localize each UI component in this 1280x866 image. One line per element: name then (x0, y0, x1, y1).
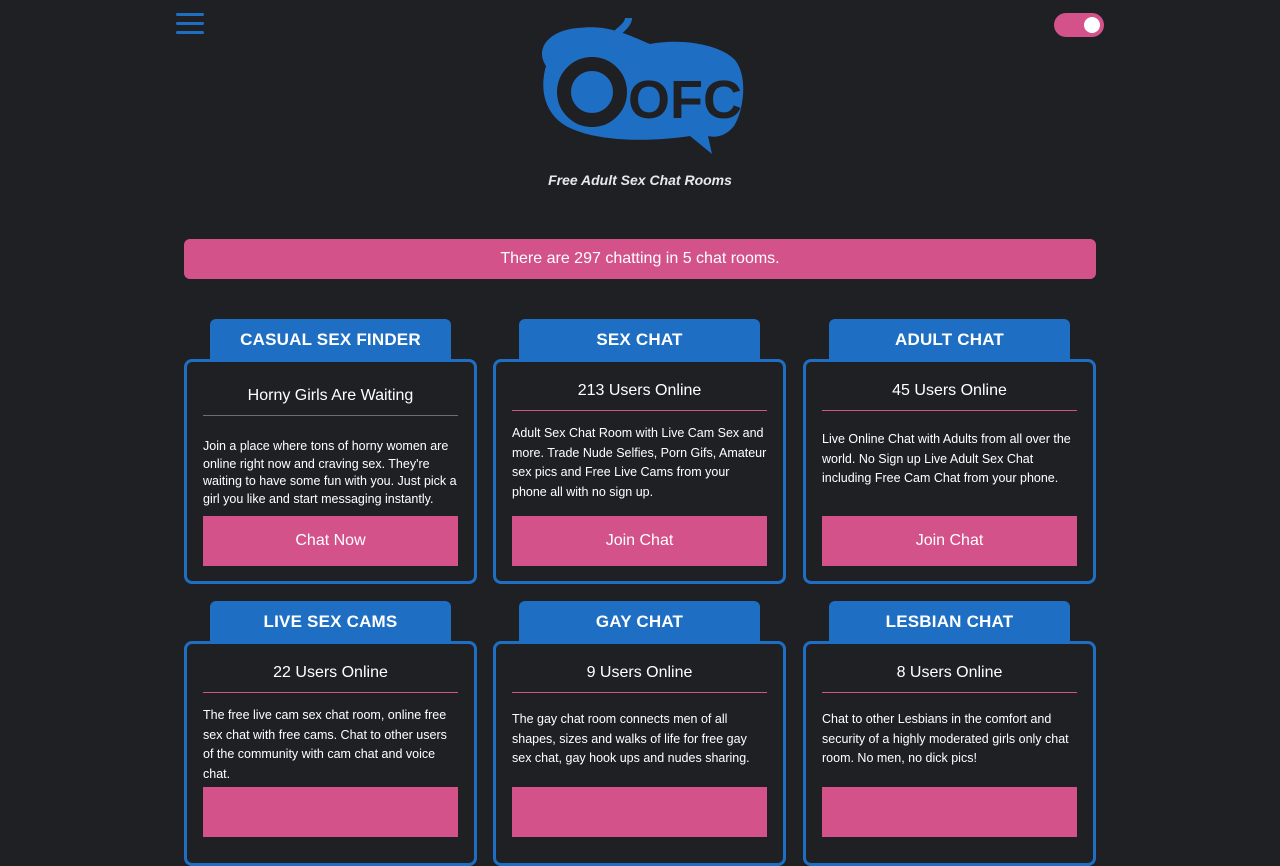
room-description: Live Online Chat with Adults from all ov… (822, 432, 1071, 486)
site-tagline: Free Adult Sex Chat Rooms (548, 172, 732, 188)
svg-text:OFC: OFC (628, 70, 742, 130)
room-card-body: Horny Girls Are Waiting Join a place whe… (184, 359, 477, 584)
ofc-logo: OFC (541, 18, 744, 154)
room-card-body: 22 Users Online The free live cam sex ch… (184, 641, 477, 866)
online-status-text: There are 297 chatting in 5 chat rooms. (500, 250, 780, 267)
room-card-body: 45 Users Online Live Online Chat with Ad… (803, 359, 1096, 584)
room-card-body: 8 Users Online Chat to other Lesbians in… (803, 641, 1096, 866)
room-subtitle: Horny Girls Are Waiting (203, 387, 458, 416)
room-card-body: 213 Users Online Adult Sex Chat Room wit… (493, 359, 786, 584)
join-chat-button[interactable] (822, 787, 1077, 837)
room-title[interactable]: GAY CHAT (519, 601, 760, 643)
join-chat-button[interactable]: Join Chat (512, 516, 767, 566)
room-title[interactable]: ADULT CHAT (829, 319, 1070, 361)
room-title[interactable]: LIVE SEX CAMS (210, 601, 451, 643)
room-description: The gay chat room connects men of all sh… (512, 712, 750, 766)
online-status-banner: There are 297 chatting in 5 chat rooms. (184, 239, 1096, 279)
room-card-body: 9 Users Online The gay chat room connect… (493, 641, 786, 866)
room-description: The free live cam sex chat room, online … (203, 708, 447, 781)
chat-now-button[interactable]: Chat Now (203, 516, 458, 566)
room-user-count: 22 Users Online (203, 664, 458, 693)
room-title[interactable]: SEX CHAT (519, 319, 760, 361)
room-user-count: 45 Users Online (822, 382, 1077, 411)
join-chat-button[interactable] (203, 787, 458, 837)
toggle-knob (1084, 17, 1100, 33)
room-description: Join a place where tons of horny women a… (203, 439, 457, 506)
room-description: Chat to other Lesbians in the comfort an… (822, 712, 1069, 766)
hamburger-menu-icon[interactable] (176, 13, 204, 37)
room-user-count: 9 Users Online (512, 664, 767, 693)
join-chat-button[interactable]: Join Chat (822, 516, 1077, 566)
room-title[interactable]: CASUAL SEX FINDER (210, 319, 451, 361)
room-title[interactable]: LESBIAN CHAT (829, 601, 1070, 643)
room-description: Adult Sex Chat Room with Live Cam Sex an… (512, 426, 767, 499)
theme-toggle[interactable] (1054, 13, 1104, 37)
room-user-count: 8 Users Online (822, 664, 1077, 693)
room-user-count: 213 Users Online (512, 382, 767, 411)
join-chat-button[interactable] (512, 787, 767, 837)
